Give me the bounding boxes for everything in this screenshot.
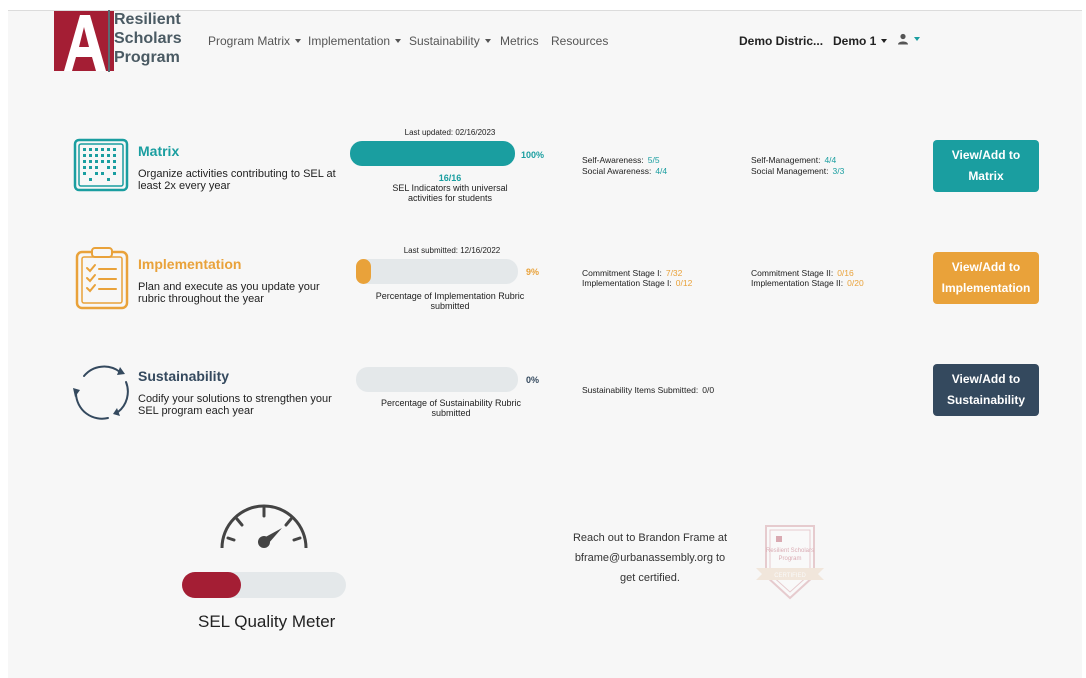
sustainability-percent: 0% bbox=[526, 375, 540, 385]
nav-resources[interactable]: Resources bbox=[551, 34, 608, 48]
sel-quality-meter-label: SEL Quality Meter bbox=[198, 612, 336, 631]
implementation-progress-bar bbox=[356, 259, 518, 284]
stat-self-awareness: Self-Awareness: 5/5 bbox=[582, 155, 660, 165]
stat-value: 5/5 bbox=[647, 155, 660, 165]
logo-line-2: Scholars bbox=[114, 30, 182, 47]
implementation-percent: 9% bbox=[526, 267, 540, 277]
button-line-2: Matrix bbox=[968, 169, 1004, 183]
stat-label: Commitment Stage I: bbox=[582, 268, 662, 278]
stat-commitment-stage-2: Commitment Stage II: 0/16 bbox=[751, 268, 854, 278]
matrix-last-updated: Last updated: 02/16/2023 bbox=[404, 128, 496, 137]
nav-program-matrix[interactable]: Program Matrix bbox=[208, 34, 302, 48]
sustainability-caption: Percentage of Sustainability Rubric subm… bbox=[380, 398, 522, 418]
sustainability-title: Sustainability bbox=[138, 368, 230, 384]
implementation-title: Implementation bbox=[138, 256, 242, 272]
sustainability-description: Codify your solutions to strengthen your… bbox=[138, 393, 332, 417]
logo-line-3: Program bbox=[114, 49, 180, 66]
matrix-icon bbox=[73, 138, 129, 192]
stat-social-awareness: Social Awareness: 4/4 bbox=[582, 166, 667, 176]
clipboard-icon bbox=[75, 247, 129, 310]
stat-social-management: Social Management: 3/3 bbox=[751, 166, 844, 176]
button-line-1: View/Add to bbox=[951, 372, 1021, 386]
district-selector[interactable]: Demo Distric... bbox=[739, 34, 823, 48]
matrix-description: Organize activities contributing to SEL … bbox=[138, 168, 336, 192]
matrix-count: 16/16 bbox=[438, 173, 462, 183]
nav-resources-label: Resources bbox=[551, 34, 609, 48]
stat-sustainability-items: Sustainability Items Submitted: 0/0 bbox=[582, 385, 714, 395]
view-add-implementation-button[interactable]: View/Add to Implementation bbox=[933, 252, 1039, 304]
chevron-down-icon bbox=[295, 39, 302, 43]
sustainability-progress-bar bbox=[356, 367, 518, 392]
school-dropdown[interactable]: Demo 1 bbox=[833, 34, 888, 48]
chevron-down-icon bbox=[484, 39, 491, 43]
stat-label: Commitment Stage II: bbox=[751, 268, 834, 278]
stat-value: 0/16 bbox=[837, 268, 854, 278]
certification-message: Reach out to Brandon Frame at bframe@urb… bbox=[572, 532, 728, 584]
stat-value: 0/0 bbox=[702, 385, 715, 395]
stat-value: 0/12 bbox=[675, 278, 693, 288]
badge-line-2: Program bbox=[778, 556, 801, 562]
stat-value: 3/3 bbox=[832, 166, 845, 176]
logo-mark[interactable] bbox=[54, 11, 114, 71]
nav-metrics[interactable]: Metrics bbox=[500, 34, 539, 48]
matrix-progress-fill bbox=[350, 141, 515, 166]
implementation-progress-fill bbox=[356, 259, 371, 284]
stat-label: Self-Awareness: bbox=[582, 155, 644, 165]
stat-self-management: Self-Management: 4/4 bbox=[751, 155, 836, 165]
button-line-2: Sustainability bbox=[946, 393, 1026, 407]
sel-quality-meter-fill bbox=[182, 572, 242, 598]
stat-value: 0/20 bbox=[847, 278, 864, 288]
logo-line-1: Resilient bbox=[114, 11, 181, 28]
nav-program-matrix-label: Program Matrix bbox=[208, 34, 291, 48]
stat-commitment-stage-1: Commitment Stage I: 7/32 bbox=[582, 268, 682, 278]
view-add-sustainability-button[interactable]: View/Add to Sustainability bbox=[933, 364, 1039, 416]
stat-value: 4/4 bbox=[824, 155, 837, 165]
stat-implementation-stage-1: Implementation Stage I: 0/12 bbox=[582, 278, 692, 288]
nav-sustainability[interactable]: Sustainability bbox=[409, 34, 491, 48]
stat-implementation-stage-2: Implementation Stage II: 0/20 bbox=[751, 278, 864, 288]
view-add-matrix-button[interactable]: View/Add to Matrix bbox=[933, 140, 1039, 192]
stat-label: Social Management: bbox=[751, 166, 829, 176]
nav-implementation-label: Implementation bbox=[308, 34, 391, 48]
implementation-caption: Percentage of Implementation Rubric subm… bbox=[375, 291, 525, 311]
refresh-cycle-icon bbox=[73, 365, 129, 420]
matrix-title: Matrix bbox=[138, 143, 180, 159]
matrix-percent: 100% bbox=[521, 150, 545, 160]
nav-metrics-label: Metrics bbox=[500, 34, 539, 48]
sel-quality-meter-bar bbox=[182, 572, 346, 598]
implementation-description: Plan and execute as you update your rubr… bbox=[138, 281, 320, 305]
school-name: Demo 1 bbox=[833, 34, 877, 48]
button-line-1: View/Add to bbox=[951, 148, 1021, 162]
logo-text: Resilient Scholars Program bbox=[114, 10, 182, 67]
user-icon bbox=[898, 33, 908, 45]
button-line-2: Implementation bbox=[941, 281, 1031, 295]
stat-label: Implementation Stage II: bbox=[751, 278, 844, 288]
chevron-down-icon bbox=[881, 39, 888, 43]
user-menu[interactable] bbox=[897, 33, 920, 45]
stat-label: Sustainability Items Submitted: bbox=[582, 385, 699, 395]
nav-implementation[interactable]: Implementation bbox=[308, 34, 402, 48]
district-name: Demo Distric... bbox=[739, 34, 824, 48]
matrix-caption: SEL Indicators with universal activities… bbox=[392, 183, 508, 203]
stat-label: Social Awareness: bbox=[582, 166, 652, 176]
chevron-down-icon bbox=[914, 37, 920, 41]
matrix-progress-bar bbox=[350, 141, 515, 166]
certified-badge: Resilient Scholars Program CERTIFIED bbox=[756, 525, 824, 600]
chevron-down-icon bbox=[395, 39, 402, 43]
implementation-last-submitted: Last submitted: 12/16/2022 bbox=[403, 246, 501, 255]
logo-divider bbox=[108, 10, 110, 72]
stat-value: 4/4 bbox=[655, 166, 668, 176]
badge-line-1: Resilient Scholars bbox=[766, 548, 814, 554]
page-background bbox=[8, 10, 1082, 678]
speedometer-icon bbox=[220, 504, 308, 549]
nav-sustainability-label: Sustainability bbox=[409, 34, 480, 48]
stat-label: Implementation Stage I: bbox=[582, 278, 672, 288]
button-line-1: View/Add to bbox=[951, 260, 1021, 274]
badge-ribbon-text: CERTIFIED bbox=[774, 573, 806, 579]
stat-label: Self-Management: bbox=[751, 155, 821, 165]
stat-value: 7/32 bbox=[665, 268, 683, 278]
